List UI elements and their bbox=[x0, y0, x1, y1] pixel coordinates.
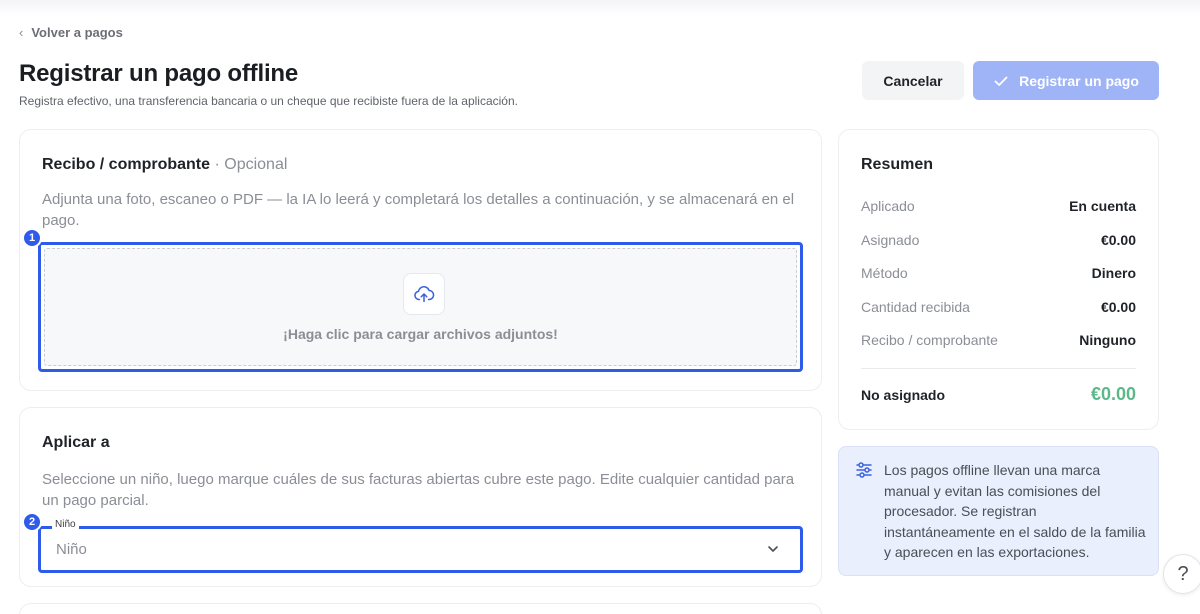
offline-info-box: Los pagos offline llevan una marca manua… bbox=[838, 446, 1159, 576]
register-payment-button[interactable]: Registrar un pago bbox=[973, 61, 1159, 100]
dropzone-area: ¡Haga clic para cargar archivos adjuntos… bbox=[44, 248, 797, 366]
optional-tag: · Opcional bbox=[214, 156, 288, 173]
receipt-description: Adjunta una foto, escaneo o PDF — la IA … bbox=[42, 191, 795, 229]
unassigned-value: €0.00 bbox=[1090, 384, 1136, 404]
next-card bbox=[19, 603, 822, 614]
upload-cloud-icon bbox=[403, 273, 445, 315]
summary-value: Dinero bbox=[1091, 265, 1136, 281]
chevron-left-icon: ‹ bbox=[19, 25, 24, 40]
register-payment-label: Registrar un pago bbox=[1019, 72, 1139, 89]
summary-divider bbox=[861, 368, 1136, 369]
summary-value: En cuenta bbox=[1069, 198, 1136, 214]
summary-label: Asignado bbox=[861, 232, 920, 248]
summary-row-receipt: Recibo / comprobante Ninguno bbox=[861, 332, 1136, 348]
summary-value: €0.00 bbox=[1100, 232, 1136, 248]
top-shade bbox=[0, 0, 1200, 16]
step-badge-1: 1 bbox=[22, 228, 42, 248]
page-subtitle: Registra efectivo, una transferencia ban… bbox=[19, 94, 518, 108]
summary-row-assigned: Asignado €0.00 bbox=[861, 232, 1136, 248]
help-button[interactable]: ? bbox=[1163, 554, 1200, 594]
summary-row-method: Método Dinero bbox=[861, 265, 1136, 281]
upload-text: ¡Haga clic para cargar archivos adjuntos… bbox=[283, 326, 558, 342]
unassigned-label: No asignado bbox=[861, 386, 946, 403]
summary-row-unassigned: No asignado €0.00 bbox=[861, 384, 1136, 405]
help-icon: ? bbox=[1177, 562, 1189, 585]
summary-title: Resumen bbox=[861, 156, 934, 173]
summary-row-amount-received: Cantidad recibida €0.00 bbox=[861, 299, 1136, 315]
back-to-payments-link[interactable]: ‹ Volver a pagos bbox=[19, 25, 123, 40]
summary-label: Recibo / comprobante bbox=[861, 332, 998, 348]
back-link-label: Volver a pagos bbox=[31, 25, 123, 40]
summary-row-applied: Aplicado En cuenta bbox=[861, 198, 1136, 214]
page-title: Registrar un pago offline bbox=[19, 60, 299, 87]
check-icon bbox=[994, 76, 1008, 86]
child-select[interactable]: Niño bbox=[38, 526, 803, 573]
cancel-button-label: Cancelar bbox=[883, 72, 943, 89]
child-select-placeholder: Niño bbox=[56, 541, 87, 558]
summary-label: Método bbox=[861, 265, 908, 281]
upload-dropzone[interactable]: ¡Haga clic para cargar archivos adjuntos… bbox=[38, 242, 803, 372]
summary-value: €0.00 bbox=[1100, 299, 1136, 315]
receipt-title-text: Recibo / comprobante bbox=[42, 156, 211, 173]
offline-info-text: Los pagos offline llevan una marca manua… bbox=[884, 462, 1146, 560]
chevron-down-icon bbox=[768, 546, 778, 552]
child-field-label: Niño bbox=[52, 519, 79, 530]
summary-label: Aplicado bbox=[861, 198, 915, 214]
receipt-title: Recibo / comprobante · Opcional bbox=[42, 156, 287, 174]
sliders-icon bbox=[856, 462, 872, 478]
cancel-button[interactable]: Cancelar bbox=[862, 61, 964, 100]
apply-title: Aplicar a bbox=[42, 434, 110, 451]
summary-value: Ninguno bbox=[1079, 332, 1136, 348]
summary-label: Cantidad recibida bbox=[861, 299, 970, 315]
apply-description: Seleccione un niño, luego marque cuáles … bbox=[42, 471, 795, 509]
summary-card: Resumen Aplicado En cuenta Asignado €0.0… bbox=[838, 129, 1159, 430]
step-badge-2: 2 bbox=[22, 512, 42, 532]
